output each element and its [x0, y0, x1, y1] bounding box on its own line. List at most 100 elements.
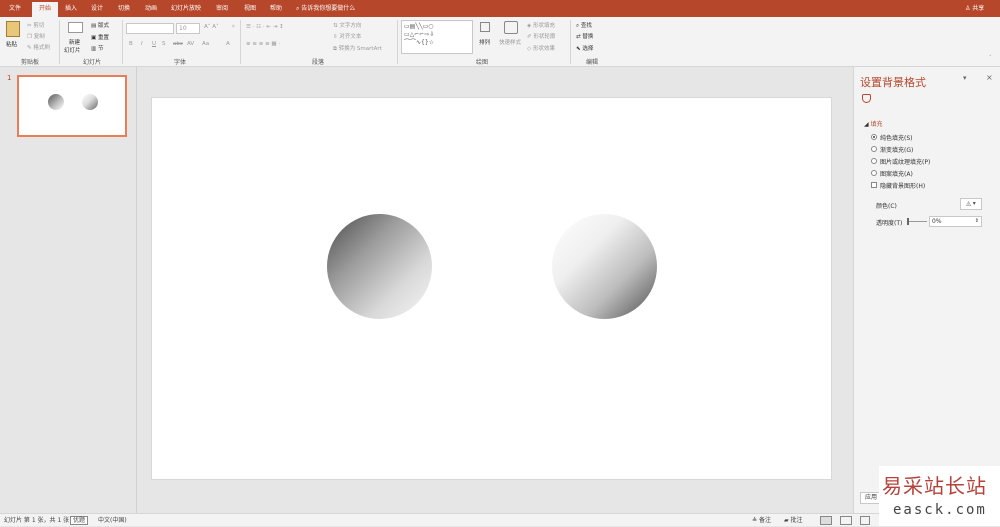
shapes-icons: ▭▤╲╲▭○ ▭△⌐⌐⇨⇩ ⌒⌒∿{}☆ [404, 23, 435, 46]
share-button[interactable]: ♙ 共享 [965, 0, 984, 17]
pane-title: 设置背景格式 [860, 76, 926, 89]
shadow-button[interactable]: S [162, 41, 166, 47]
slide-thumbnail[interactable] [17, 75, 127, 137]
close-icon[interactable]: × [986, 73, 993, 82]
pane-menu-icon[interactable]: ▾ [963, 74, 967, 82]
tell-me-search[interactable]: ⌕ 告诉我你想要做什么 [296, 0, 355, 17]
reset-icon: ▣ [91, 35, 97, 41]
tab-animations[interactable]: 动画 [140, 0, 162, 17]
new-slide-label-2[interactable]: 幻灯片 [64, 46, 81, 54]
text-direction-button[interactable]: ⇅ 文字方向 [333, 21, 361, 29]
comments-button[interactable]: ▰ 批注 [784, 514, 803, 527]
status-bar: 幻灯片 第 1 张，共 1 张 优题 中文(中国) ≜ 备注 ▰ 批注 [0, 513, 1000, 526]
accessibility-tooltip: 优题 [70, 516, 89, 525]
slide-info: 幻灯片 第 1 张，共 1 张 [4, 517, 70, 524]
find-button[interactable]: ⌕ 查找 [576, 21, 592, 30]
divider [59, 20, 60, 64]
font-color-button[interactable]: A [226, 41, 230, 47]
align-buttons[interactable]: ≡ ≡ ≡ ≡ ▦ · [246, 41, 280, 47]
format-painter-button[interactable]: ✎ 格式刷 [27, 43, 50, 51]
solid-fill-label: 纯色填充(S) [880, 135, 913, 142]
solid-fill-radio[interactable] [871, 134, 877, 140]
cut-button[interactable]: ✂ 剪切 [27, 21, 44, 29]
italic-button[interactable]: I [141, 41, 143, 47]
normal-view-icon[interactable] [820, 516, 832, 525]
gradient-fill-radio[interactable] [871, 146, 877, 152]
bold-button[interactable]: B [129, 41, 133, 47]
tab-slideshow[interactable]: 幻灯片放映 [166, 0, 206, 17]
search-icon: ⌕ [576, 23, 580, 29]
arrange-button[interactable]: 排列 [479, 38, 490, 46]
slide-number: 1 [7, 74, 12, 82]
hide-background-checkbox[interactable] [871, 182, 877, 188]
strikethrough-button[interactable]: abc [173, 41, 183, 47]
tab-review[interactable]: 审阅 [210, 0, 234, 17]
tab-view[interactable]: 视图 [238, 0, 262, 17]
picture-fill-radio[interactable] [871, 158, 877, 164]
fill-icon: ◈ [527, 23, 532, 29]
language-indicator[interactable]: 中文(中国) [98, 514, 127, 527]
transparency-slider[interactable] [907, 221, 927, 222]
shapes-gallery[interactable]: ▭▤╲╲▭○ ▭△⌐⌐⇨⇩ ⌒⌒∿{}☆ [401, 20, 473, 54]
new-slide-label-1[interactable]: 新建 [69, 38, 80, 46]
list-buttons[interactable]: ☰ · ☷ · ⇤ ⇥ ↕ [246, 24, 284, 30]
layout-button[interactable]: ▤ 版式 [91, 21, 109, 29]
spacing-button[interactable]: AV [187, 41, 194, 47]
divider [240, 20, 241, 64]
collapse-ribbon-icon[interactable]: ˄ [989, 55, 992, 61]
light-gradient-circle[interactable] [552, 214, 657, 319]
divider [122, 20, 123, 64]
reset-button[interactable]: ▣ 重置 [91, 33, 109, 41]
reading-view-icon[interactable] [860, 516, 870, 525]
slides-group-label: 幻灯片 [82, 59, 101, 66]
pattern-fill-radio[interactable] [871, 170, 877, 176]
new-slide-icon [68, 22, 83, 33]
transparency-input[interactable]: 0% ⇕ [929, 216, 982, 227]
dark-gradient-circle[interactable] [327, 214, 432, 319]
shape-fill-button[interactable]: ◈ 形状填充 [527, 21, 555, 29]
tab-transitions[interactable]: 切换 [112, 0, 136, 17]
select-button[interactable]: ⬉ 选择 [576, 44, 593, 52]
paragraph-group-label: 段落 [311, 59, 324, 66]
align-text-button[interactable]: ⇳ 对齐文本 [333, 32, 361, 40]
slider-handle[interactable] [907, 218, 909, 225]
smartart-button[interactable]: ⧉ 转换为 SmartArt [333, 44, 382, 53]
fill-bucket-icon[interactable] [862, 94, 871, 103]
divider [397, 20, 398, 64]
quick-styles-button[interactable]: 快速样式 [499, 38, 521, 46]
notes-icon: ≜ [752, 517, 759, 524]
quick-styles-icon [504, 21, 518, 34]
fill-section-header[interactable]: ◢ 填充 [864, 119, 883, 128]
tab-file[interactable]: 文件 [2, 0, 28, 17]
align-text-icon: ⇳ [333, 34, 338, 40]
pen-icon: ✐ [527, 34, 532, 40]
ribbon-tab-bar: 文件 开始 插入 设计 切换 动画 幻灯片放映 审阅 视图 帮助 ⌕ 告诉我你想… [0, 0, 1000, 17]
font-name-field[interactable] [126, 23, 174, 34]
slide-sorter-icon[interactable] [840, 516, 852, 525]
replace-button[interactable]: ⇄ 替换 [576, 32, 593, 40]
paste-button[interactable]: 粘贴 [6, 40, 17, 48]
section-button[interactable]: ▥ 节 [91, 44, 103, 52]
editing-group-label: 编辑 [585, 59, 598, 66]
replace-icon: ⇄ [576, 34, 581, 40]
tab-design[interactable]: 设计 [86, 0, 108, 17]
tab-home[interactable]: 开始 [32, 2, 58, 17]
font-grow-shrink-buttons[interactable]: A˄ A˅ [204, 24, 219, 30]
text-direction-icon: ⇅ [333, 23, 338, 29]
spinner-icon[interactable]: ⇕ [975, 217, 979, 226]
tab-insert[interactable]: 插入 [60, 0, 82, 17]
color-picker-button[interactable]: ◬ ▾ [960, 198, 982, 210]
copy-button[interactable]: ❐ 复制 [27, 32, 45, 40]
clear-format-icon[interactable]: ✧ [231, 24, 236, 30]
font-size-field[interactable]: 10 [176, 23, 200, 34]
slide-canvas[interactable] [151, 97, 832, 480]
shape-outline-button[interactable]: ✐ 形状轮廓 [527, 32, 555, 40]
smartart-icon: ⧉ [333, 46, 337, 52]
notes-button[interactable]: ≜ 备注 [752, 514, 771, 527]
shape-effects-button[interactable]: ◇ 形状效果 [527, 44, 555, 52]
underline-button[interactable]: U [152, 41, 156, 47]
color-label: 颜色(C) [876, 203, 897, 210]
change-case-button[interactable]: Aa [202, 41, 209, 47]
scissors-icon: ✂ [27, 23, 32, 29]
tab-help[interactable]: 帮助 [264, 0, 288, 17]
